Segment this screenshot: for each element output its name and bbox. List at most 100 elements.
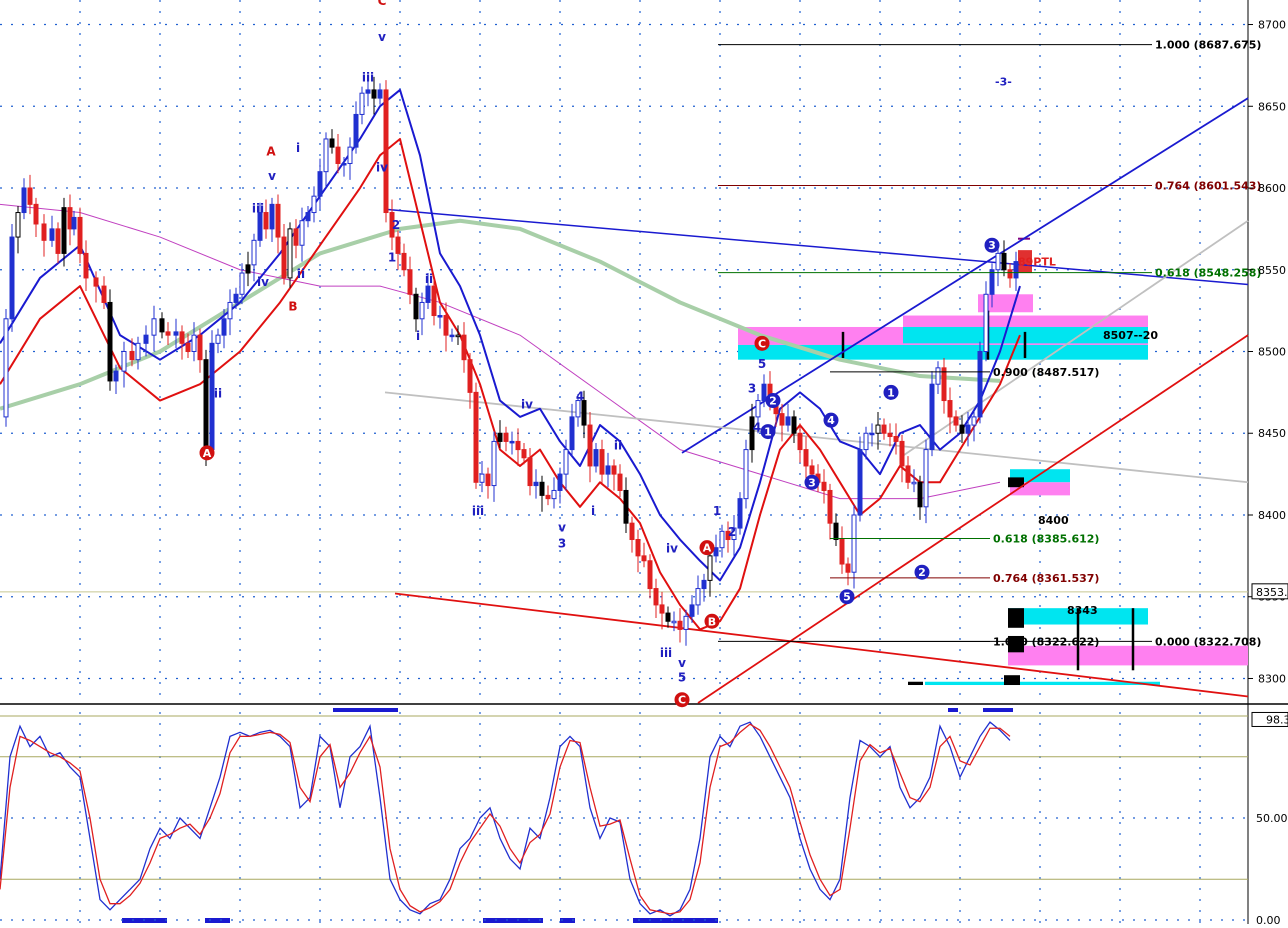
candle-body [737,498,743,529]
wave-label: 3 [748,381,756,395]
osc-current-label: 98.3 [1266,713,1288,726]
price-tick-label: 8650 [1258,100,1286,113]
candle-body [203,359,209,451]
volume-marker [983,708,1013,712]
candle-body [275,203,281,238]
candle-body [383,89,389,214]
candle-body [143,334,149,344]
candle-body [545,494,551,500]
price-tick-label: 8600 [1258,182,1286,195]
price-tick-label: 8700 [1258,19,1286,32]
candle-body [581,400,587,426]
candle-body [107,301,113,382]
candle-body [713,547,719,557]
candle-body [833,522,839,541]
candle-body [135,342,141,361]
candle-body [365,89,371,94]
candle-body [15,212,21,238]
candle-body [245,264,251,274]
candle-body [827,489,833,524]
wave-circle-label: B [708,615,716,628]
candle-body [93,277,99,287]
candle-body [179,331,185,344]
candle-body [431,285,437,317]
candle-body [335,146,341,164]
candle-body [923,449,929,508]
candle-body [67,207,73,230]
candle-body [809,465,815,475]
candle-body [455,334,461,338]
candle-body [77,216,83,254]
candle-body [599,449,605,475]
candle-body [677,620,683,630]
background [0,0,1288,924]
candle-body [323,138,329,173]
candle-body [347,146,353,164]
wave-label: ii [425,272,433,286]
candle-body [305,212,311,222]
candle-body [329,138,335,148]
volume-marker [333,708,398,712]
wave-circle-label: A [703,542,712,555]
candle-body [269,203,275,230]
price-tick-label: 8450 [1258,427,1286,440]
candle-body [395,236,401,254]
candle-body [485,473,491,487]
candle-body [251,239,257,266]
candle-body [593,449,599,467]
candle-body [293,228,299,246]
wave-label: 1 [713,504,721,518]
candle-body [371,89,377,99]
candle-body [845,563,851,573]
candle-body [299,220,305,246]
candle-body [869,432,875,436]
candle-body [629,522,635,541]
osc-tick-label: 0.00 [1256,914,1281,924]
candle-body [653,588,659,606]
candle-body [281,236,287,279]
wave-label: i [416,329,420,343]
target-zone-pink [903,315,1148,327]
zone-block [1004,675,1020,686]
candle-body [419,301,425,320]
candle-body [995,252,1001,271]
wave-label: 2 [728,525,736,539]
candle-body [911,481,917,485]
zone-label: 8400 [1038,514,1069,527]
candle-body [569,416,575,451]
candle-body [401,252,407,271]
wave-label: B [288,300,297,314]
candle-body [875,424,881,434]
candle-body [287,228,293,279]
wave-label: iv [521,398,533,412]
candle-body [863,432,869,451]
candle-body [965,424,971,434]
fib-level-label: 0.764 (8361.537) [993,572,1099,585]
candle-body [887,432,893,438]
candle-body [55,228,61,254]
candle-body [605,465,611,475]
wave-label: 5 [758,357,766,371]
candle-body [779,413,785,426]
wave-label: iii [660,646,672,660]
candle-body [461,334,467,361]
candle-body [617,473,623,491]
candle-body [521,449,527,459]
wave-circle-label: A [203,447,212,460]
candle-body [755,400,761,418]
zone-block [1008,608,1024,628]
candle-body [707,555,713,581]
candle-body [449,334,455,338]
candle-body [317,171,323,197]
candle-body [683,615,689,630]
price-tick-label: 8550 [1258,264,1286,277]
candle-body [821,481,827,491]
candle-body [473,391,479,483]
candle-body [33,203,39,225]
candle-body [491,440,497,487]
candle-body [221,318,227,336]
candle-body [785,416,791,426]
candle-body [857,449,863,516]
candle-body [71,216,77,230]
candle-body [27,187,33,205]
